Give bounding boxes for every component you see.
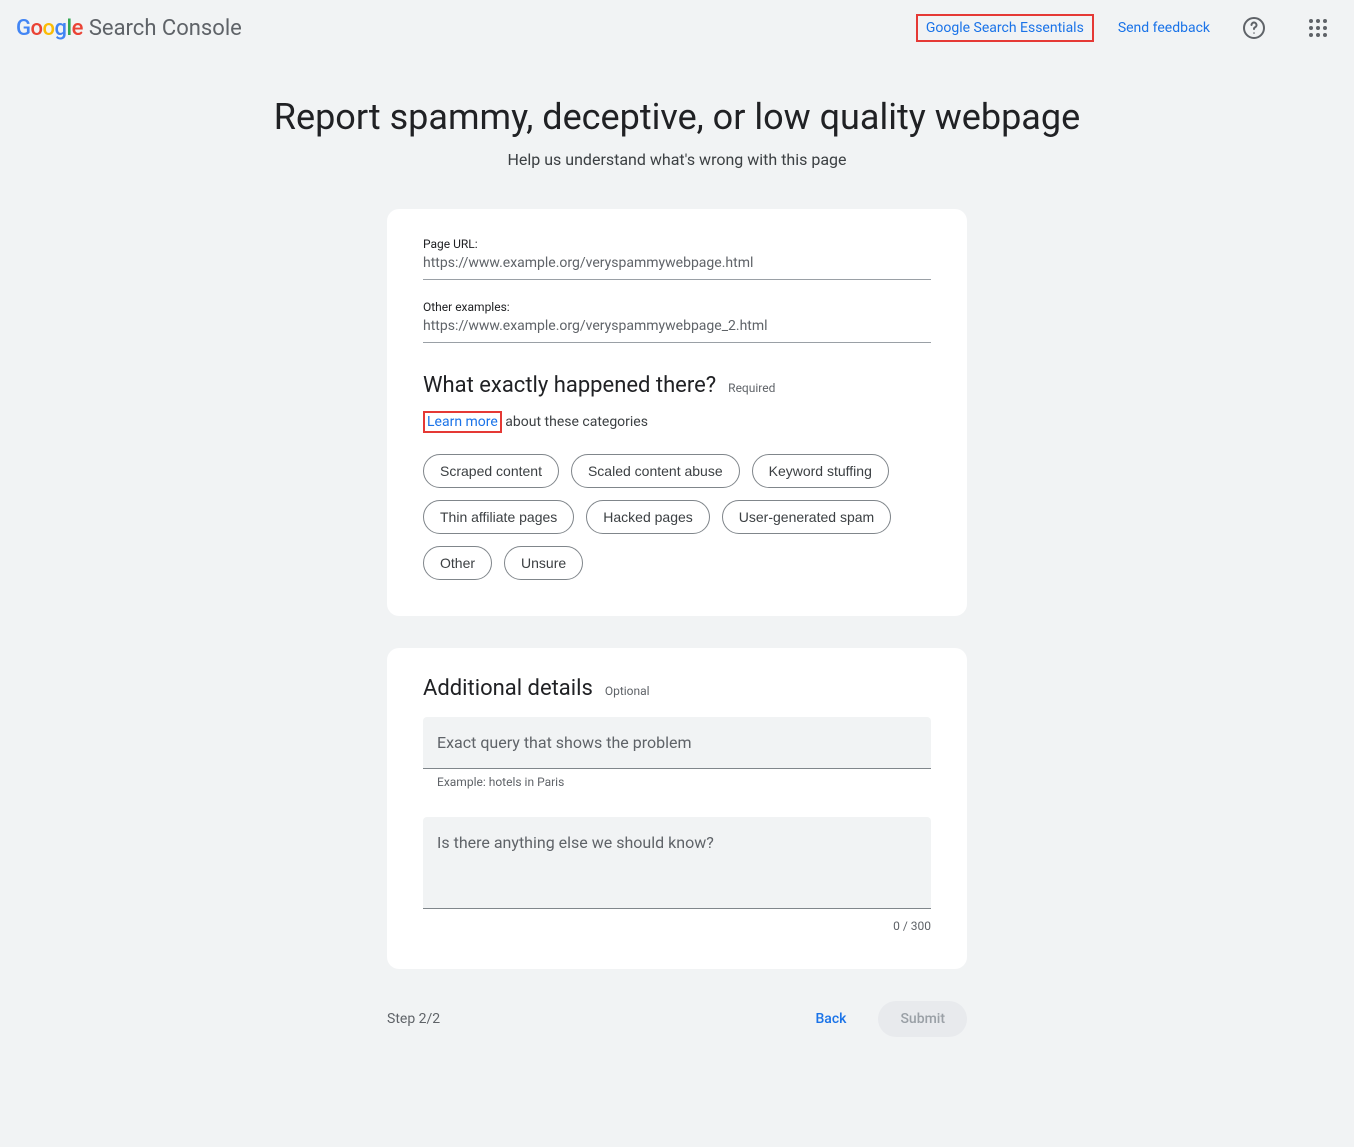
what-happened-heading-row: What exactly happened there? Required xyxy=(423,373,931,398)
other-examples-value: https://www.example.org/veryspammywebpag… xyxy=(423,318,931,343)
footer-buttons: Back Submit xyxy=(799,1001,967,1037)
page-url-label: Page URL: xyxy=(423,237,931,251)
step-indicator: Step 2/2 xyxy=(387,1011,440,1027)
comments-wrap: 0 / 300 xyxy=(423,817,931,933)
chip-user-generated-spam[interactable]: User-generated spam xyxy=(722,500,891,534)
other-examples-label: Other examples: xyxy=(423,300,931,314)
exact-query-hint: Example: hotels in Paris xyxy=(437,775,931,789)
exact-query-input[interactable] xyxy=(423,717,931,769)
additional-details-card: Additional details Optional Example: hot… xyxy=(387,648,967,969)
header-right: Google Search Essentials Send feedback xyxy=(916,8,1338,48)
optional-tag: Optional xyxy=(605,684,650,698)
additional-details-heading-row: Additional details Optional xyxy=(423,676,931,701)
chip-scaled-content-abuse[interactable]: Scaled content abuse xyxy=(571,454,740,488)
comments-textarea[interactable] xyxy=(423,817,931,909)
chip-hacked-pages[interactable]: Hacked pages xyxy=(586,500,710,534)
char-count: 0 / 300 xyxy=(423,919,931,933)
back-button[interactable]: Back xyxy=(799,1001,862,1037)
logo-area: Google Search Console xyxy=(16,16,242,41)
learn-more-row: Learn more about these categories xyxy=(423,414,931,430)
app-header: Google Search Console Google Search Esse… xyxy=(0,0,1354,56)
footer-row: Step 2/2 Back Submit xyxy=(387,1001,967,1037)
help-icon[interactable] xyxy=(1234,8,1274,48)
chip-scraped-content[interactable]: Scraped content xyxy=(423,454,559,488)
learn-more-suffix: about these categories xyxy=(502,414,648,430)
send-feedback-link[interactable]: Send feedback xyxy=(1118,20,1210,36)
chip-other[interactable]: Other xyxy=(423,546,492,580)
apps-grid-icon[interactable] xyxy=(1298,8,1338,48)
logo-suffix: Search Console xyxy=(89,16,242,41)
page-title: Report spammy, deceptive, or low quality… xyxy=(237,96,1117,138)
page-url-value: https://www.example.org/veryspammywebpag… xyxy=(423,255,931,280)
additional-details-heading: Additional details xyxy=(423,676,593,701)
other-examples-field: Other examples: https://www.example.org/… xyxy=(423,300,931,343)
page-url-field: Page URL: https://www.example.org/verysp… xyxy=(423,237,931,280)
chip-thin-affiliate-pages[interactable]: Thin affiliate pages xyxy=(423,500,574,534)
chip-unsure[interactable]: Unsure xyxy=(504,546,583,580)
required-tag: Required xyxy=(728,381,775,395)
main-content: Report spammy, deceptive, or low quality… xyxy=(237,56,1117,1097)
submit-button[interactable]: Submit xyxy=(878,1001,967,1037)
report-card: Page URL: https://www.example.org/verysp… xyxy=(387,209,967,616)
what-happened-heading: What exactly happened there? xyxy=(423,373,716,398)
search-essentials-link[interactable]: Google Search Essentials xyxy=(916,14,1094,42)
chip-keyword-stuffing[interactable]: Keyword stuffing xyxy=(752,454,889,488)
page-subtitle: Help us understand what's wrong with thi… xyxy=(237,150,1117,169)
category-chips: Scraped content Scaled content abuse Key… xyxy=(423,454,931,580)
google-logo: Google xyxy=(16,16,83,41)
learn-more-link[interactable]: Learn more xyxy=(423,411,502,433)
